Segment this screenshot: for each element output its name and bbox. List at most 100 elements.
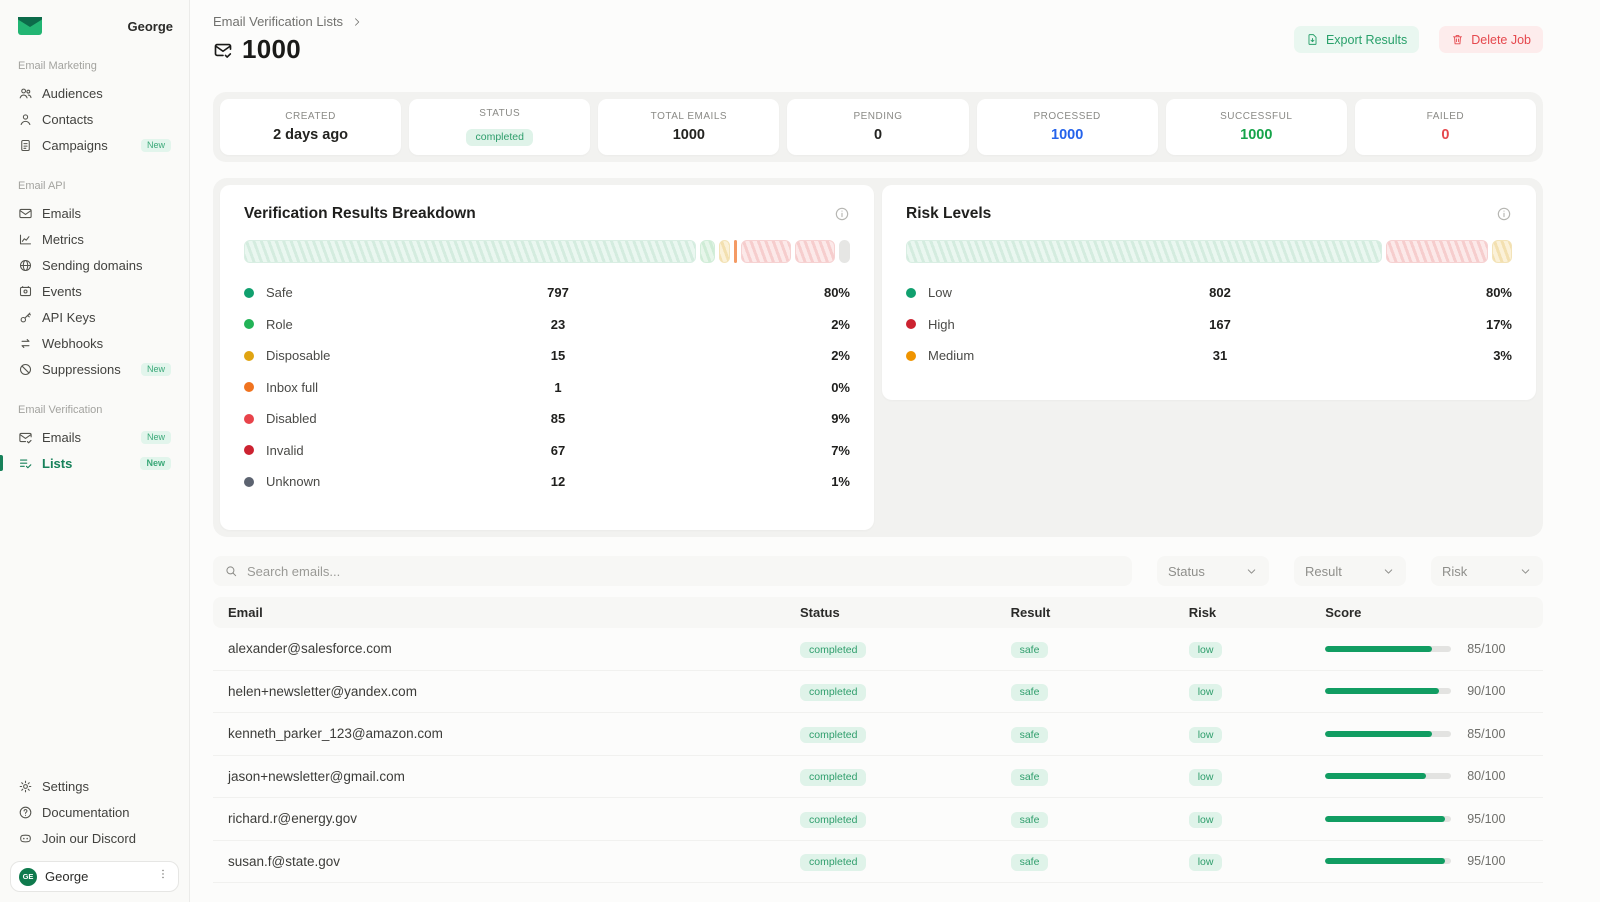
- legend-count: 31: [1123, 348, 1318, 363]
- legend-dot: [244, 288, 254, 298]
- score-bar: [1325, 646, 1451, 652]
- sidebar-item-label: Webhooks: [42, 336, 103, 351]
- result-badge: safe: [1011, 642, 1049, 659]
- score-bar: [1325, 773, 1451, 779]
- new-badge: New: [140, 457, 171, 470]
- result-badge: safe: [1011, 684, 1049, 701]
- breakdown-title: Verification Results Breakdown: [244, 205, 476, 223]
- sidebar-item-label: Events: [42, 284, 82, 299]
- stat-label: CREATED: [285, 111, 336, 122]
- legend-dot: [906, 351, 916, 361]
- table-row[interactable]: helen+newsletter@yandex.com completed sa…: [213, 671, 1543, 714]
- score-bar-fill: [1325, 646, 1432, 652]
- search-icon: [224, 564, 238, 578]
- stats-row: CREATED 2 days ago STATUS completed TOTA…: [213, 92, 1543, 162]
- kebab-menu-icon[interactable]: [156, 867, 170, 886]
- dropdown-label: Status: [1168, 564, 1205, 579]
- bar-segment: [734, 240, 737, 263]
- result-badge: safe: [1011, 854, 1049, 871]
- table-row[interactable]: susan.f@state.gov completed safe low 95/…: [213, 841, 1543, 884]
- score-label: 85/100: [1467, 727, 1505, 741]
- legend-row: Safe 797 80%: [244, 277, 850, 309]
- filter-dropdown[interactable]: Result: [1294, 556, 1406, 586]
- sidebar-item[interactable]: Emails: [10, 200, 179, 226]
- bar-segment: [839, 240, 850, 263]
- sidebar-item[interactable]: Emails New: [10, 424, 179, 450]
- stat-label: PENDING: [853, 111, 902, 122]
- sidebar-item[interactable]: Audiences: [10, 80, 179, 106]
- filter-row: Status Result Risk: [213, 556, 1543, 586]
- status-badge: completed: [466, 129, 532, 146]
- risk-badge: low: [1189, 684, 1223, 701]
- app-logo[interactable]: [16, 14, 44, 38]
- table-row[interactable]: kenneth_parker_123@amazon.com completed …: [213, 713, 1543, 756]
- breadcrumb-label[interactable]: Email Verification Lists: [213, 14, 343, 29]
- user-card[interactable]: GE George: [10, 861, 179, 892]
- sidebar-item[interactable]: Metrics: [10, 226, 179, 252]
- filter-dropdown[interactable]: Status: [1157, 556, 1269, 586]
- email-cell: jason+newsletter@gmail.com: [228, 769, 800, 784]
- sidebar-item[interactable]: Contacts: [10, 106, 179, 132]
- sidebar-item[interactable]: Sending domains: [10, 252, 179, 278]
- legend-count: 23: [461, 317, 656, 332]
- status-badge: completed: [800, 642, 866, 659]
- legend-count: 67: [461, 443, 656, 458]
- legend-count: 797: [461, 285, 656, 300]
- stat-card: CREATED 2 days ago: [220, 99, 401, 155]
- nav-section-label: Email Marketing: [10, 60, 179, 72]
- sidebar-footer-item[interactable]: Settings: [10, 773, 179, 799]
- score-label: 95/100: [1467, 812, 1505, 826]
- sidebar-footer-item[interactable]: Documentation: [10, 799, 179, 825]
- sidebar-item[interactable]: Campaigns New: [10, 132, 179, 158]
- stat-card: SUCCESSFUL 1000: [1166, 99, 1347, 155]
- legend-percent: 17%: [1317, 317, 1512, 332]
- legend-percent: 9%: [655, 411, 850, 426]
- score-cell: 85/100: [1325, 727, 1528, 741]
- sidebar-item[interactable]: Lists New: [10, 450, 179, 476]
- risk-badge: low: [1189, 727, 1223, 744]
- table-row[interactable]: jason+newsletter@gmail.com completed saf…: [213, 756, 1543, 799]
- result-badge: safe: [1011, 769, 1049, 786]
- legend-count: 15: [461, 348, 656, 363]
- score-bar-fill: [1325, 731, 1432, 737]
- search-box[interactable]: [213, 556, 1132, 586]
- delete-job-button[interactable]: Delete Job: [1439, 26, 1543, 53]
- legend-dot: [244, 414, 254, 424]
- sidebar-item-icon: [18, 336, 33, 351]
- status-badge: completed: [800, 727, 866, 744]
- info-icon[interactable]: [834, 206, 850, 222]
- search-input[interactable]: [247, 564, 1121, 579]
- legend-count: 1: [461, 380, 656, 395]
- stat-value: 1000: [673, 127, 705, 143]
- stat-card: FAILED 0: [1355, 99, 1536, 155]
- nav-section-label: Email Verification: [10, 404, 179, 416]
- sidebar-item[interactable]: Suppressions New: [10, 356, 179, 382]
- charts-row: Verification Results Breakdown: [213, 178, 1543, 537]
- filter-dropdowns: Status Result Risk: [1157, 556, 1543, 586]
- sidebar-item[interactable]: Events: [10, 278, 179, 304]
- sidebar-footer-icon: [18, 779, 33, 794]
- export-results-button[interactable]: Export Results: [1294, 26, 1419, 53]
- trash-icon: [1451, 33, 1464, 46]
- risk-badge: low: [1189, 854, 1223, 871]
- table-header: Email Status Result Risk Score: [213, 597, 1543, 628]
- mail-check-icon: [213, 40, 233, 60]
- sidebar-item[interactable]: API Keys: [10, 304, 179, 330]
- email-cell: alexander@salesforce.com: [228, 641, 800, 656]
- table-row[interactable]: alexander@salesforce.com completed safe …: [213, 628, 1543, 671]
- score-bar: [1325, 731, 1451, 737]
- info-icon[interactable]: [1496, 206, 1512, 222]
- sidebar-footer-item[interactable]: Join our Discord: [10, 825, 179, 851]
- email-cell: richard.r@energy.gov: [228, 811, 800, 826]
- col-score: Score: [1325, 605, 1528, 620]
- table-row[interactable]: richard.r@energy.gov completed safe low …: [213, 798, 1543, 841]
- sidebar-item[interactable]: Webhooks: [10, 330, 179, 356]
- stat-value: 0: [1441, 127, 1449, 143]
- score-cell: 90/100: [1325, 684, 1528, 698]
- breadcrumb[interactable]: Email Verification Lists: [213, 14, 363, 29]
- legend-percent: 1%: [655, 474, 850, 489]
- envelope-logo-icon: [16, 14, 44, 38]
- filter-dropdown[interactable]: Risk: [1431, 556, 1543, 586]
- score-label: 95/100: [1467, 854, 1505, 868]
- new-badge: New: [141, 363, 171, 376]
